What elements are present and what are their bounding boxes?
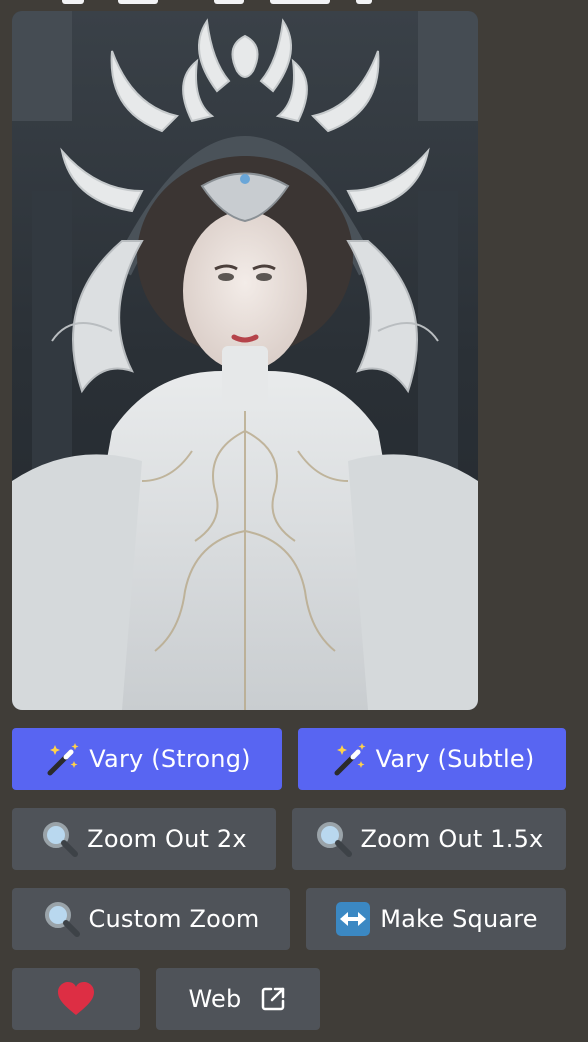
web-label: Web — [188, 985, 242, 1013]
vary-subtle-label: Vary (Subtle) — [375, 745, 535, 773]
vary-subtle-button[interactable]: Vary (Subtle) — [298, 728, 566, 790]
zoom-out-1-5x-label: Zoom Out 1.5x — [360, 825, 544, 853]
custom-zoom-button[interactable]: Custom Zoom — [12, 888, 290, 950]
magnifying-glass-icon — [43, 900, 81, 938]
vary-strong-button[interactable]: Vary (Strong) — [12, 728, 282, 790]
external-link-icon — [259, 985, 287, 1013]
generated-image[interactable] — [12, 11, 478, 710]
custom-zoom-label: Custom Zoom — [88, 905, 260, 933]
favorite-button[interactable] — [12, 968, 140, 1030]
zoom-out-2x-button[interactable]: Zoom Out 2x — [12, 808, 276, 870]
truncated-header-text — [0, 0, 588, 8]
make-square-button[interactable]: Make Square — [306, 888, 566, 950]
magnifying-glass-icon — [41, 820, 79, 858]
heart-icon — [57, 980, 95, 1018]
vary-strong-label: Vary (Strong) — [89, 745, 251, 773]
zoom-out-2x-label: Zoom Out 2x — [87, 825, 247, 853]
magic-wand-icon — [330, 740, 368, 778]
magic-wand-icon — [43, 740, 81, 778]
magnifying-glass-icon — [315, 820, 353, 858]
left-right-arrow-icon — [334, 900, 372, 938]
web-button[interactable]: Web — [156, 968, 320, 1030]
make-square-label: Make Square — [380, 905, 538, 933]
zoom-out-1-5x-button[interactable]: Zoom Out 1.5x — [292, 808, 566, 870]
